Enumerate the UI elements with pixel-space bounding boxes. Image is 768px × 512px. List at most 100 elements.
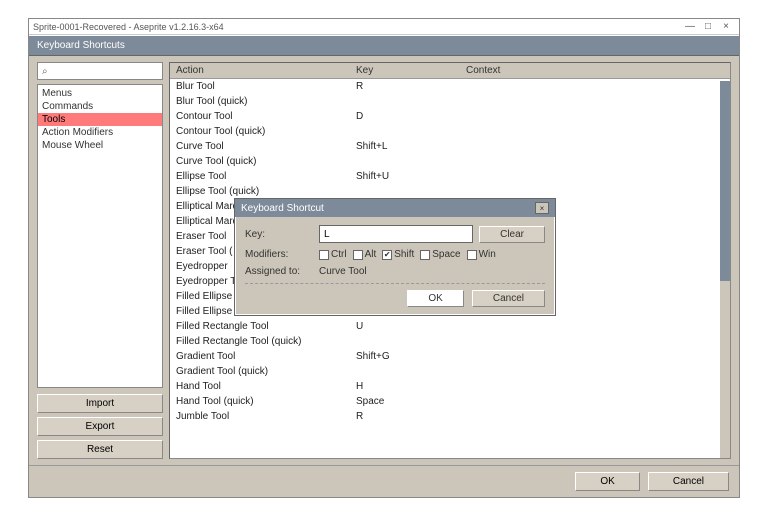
export-button[interactable]: Export — [37, 417, 163, 436]
close-button[interactable]: × — [717, 21, 735, 32]
key-cell: U — [356, 321, 466, 332]
table-row[interactable]: Jumble ToolR — [176, 409, 724, 424]
action-cell: Contour Tool (quick) — [176, 126, 356, 137]
context-cell — [466, 366, 724, 377]
modal-close-button[interactable]: × — [535, 202, 549, 214]
cancel-button[interactable]: Cancel — [648, 472, 729, 491]
key-cell: Space — [356, 396, 466, 407]
table-row[interactable]: Ellipse ToolShift+U — [176, 169, 724, 184]
action-cell: Blur Tool (quick) — [176, 96, 356, 107]
table-row[interactable]: Gradient Tool (quick) — [176, 364, 724, 379]
action-cell: Jumble Tool — [176, 411, 356, 422]
key-cell: Shift+U — [356, 171, 466, 182]
action-cell: Curve Tool — [176, 141, 356, 152]
key-cell: Shift+G — [356, 351, 466, 362]
action-cell: Hand Tool (quick) — [176, 396, 356, 407]
table-row[interactable]: Blur Tool (quick) — [176, 94, 724, 109]
context-cell — [466, 396, 724, 407]
action-cell: Blur Tool — [176, 81, 356, 92]
shift-checkbox[interactable]: ✔Shift — [382, 249, 414, 260]
assigned-label: Assigned to: — [245, 266, 313, 277]
table-row[interactable]: Contour ToolD — [176, 109, 724, 124]
ctrl-checkbox[interactable]: Ctrl — [319, 249, 347, 260]
table-row[interactable]: Hand ToolH — [176, 379, 724, 394]
table-row[interactable]: Curve Tool (quick) — [176, 154, 724, 169]
action-cell: Ellipse Tool — [176, 171, 356, 182]
modifiers-label: Modifiers: — [245, 249, 313, 260]
context-cell — [466, 336, 724, 347]
table-row[interactable]: Filled Rectangle ToolU — [176, 319, 724, 334]
context-cell — [466, 96, 724, 107]
key-cell: R — [356, 81, 466, 92]
category-tools[interactable]: Tools — [38, 113, 162, 126]
key-cell — [356, 96, 466, 107]
category-commands[interactable]: Commands — [38, 100, 162, 113]
action-cell: Contour Tool — [176, 111, 356, 122]
table-row[interactable]: Blur ToolR — [176, 79, 724, 94]
key-cell — [356, 366, 466, 377]
action-cell: Gradient Tool (quick) — [176, 366, 356, 377]
key-cell — [356, 156, 466, 167]
context-cell — [466, 126, 724, 137]
action-cell: Ellipse Tool (quick) — [176, 186, 356, 197]
category-menus[interactable]: Menus — [38, 87, 162, 100]
action-cell: Curve Tool (quick) — [176, 156, 356, 167]
key-cell: R — [356, 411, 466, 422]
context-cell — [466, 156, 724, 167]
shortcut-modal: Keyboard Shortcut × Key: Clear Modifiers… — [234, 198, 556, 316]
search-icon: ⌕ — [42, 66, 48, 77]
context-cell — [466, 186, 724, 197]
key-cell: H — [356, 381, 466, 392]
modal-title: Keyboard Shortcut — [241, 203, 324, 214]
space-checkbox[interactable]: Space — [420, 249, 460, 260]
category-mouse-wheel[interactable]: Mouse Wheel — [38, 139, 162, 152]
col-action: Action — [176, 65, 356, 76]
win-checkbox[interactable]: Win — [467, 249, 496, 260]
col-key: Key — [356, 65, 466, 76]
action-cell: Filled Rectangle Tool — [176, 321, 356, 332]
context-cell — [466, 351, 724, 362]
table-row[interactable]: Hand Tool (quick)Space — [176, 394, 724, 409]
table-row[interactable]: Curve ToolShift+L — [176, 139, 724, 154]
alt-checkbox[interactable]: Alt — [353, 249, 377, 260]
table-row[interactable]: Ellipse Tool (quick) — [176, 184, 724, 199]
ok-button[interactable]: OK — [575, 472, 639, 491]
table-row[interactable]: Contour Tool (quick) — [176, 124, 724, 139]
reset-button[interactable]: Reset — [37, 440, 163, 459]
context-cell — [466, 81, 724, 92]
table-row[interactable]: Filled Rectangle Tool (quick) — [176, 334, 724, 349]
assigned-value: Curve Tool — [319, 266, 367, 277]
clear-button[interactable]: Clear — [479, 226, 545, 243]
key-label: Key: — [245, 229, 313, 240]
context-cell — [466, 381, 724, 392]
action-cell: Gradient Tool — [176, 351, 356, 362]
key-cell — [356, 186, 466, 197]
key-cell — [356, 126, 466, 137]
key-cell: Shift+L — [356, 141, 466, 152]
import-button[interactable]: Import — [37, 394, 163, 413]
scrollbar[interactable] — [720, 81, 730, 458]
scrollbar-thumb[interactable] — [720, 81, 730, 281]
key-input[interactable] — [319, 225, 473, 243]
context-cell — [466, 141, 724, 152]
minimize-button[interactable]: — — [681, 21, 699, 32]
key-cell — [356, 336, 466, 347]
col-context: Context — [466, 65, 724, 76]
search-input[interactable]: ⌕ — [37, 62, 163, 80]
modal-ok-button[interactable]: OK — [407, 290, 463, 307]
dialog-title: Keyboard Shortcuts — [29, 35, 739, 56]
context-cell — [466, 411, 724, 422]
category-list: Menus Commands Tools Action Modifiers Mo… — [37, 84, 163, 388]
context-cell — [466, 321, 724, 332]
maximize-button[interactable]: □ — [699, 21, 717, 32]
titlebar: Sprite-0001-Recovered - Aseprite v1.2.16… — [29, 19, 739, 35]
modal-cancel-button[interactable]: Cancel — [472, 290, 545, 307]
action-cell: Hand Tool — [176, 381, 356, 392]
table-row[interactable]: Gradient ToolShift+G — [176, 349, 724, 364]
context-cell — [466, 171, 724, 182]
window-title: Sprite-0001-Recovered - Aseprite v1.2.16… — [33, 22, 224, 32]
category-action-modifiers[interactable]: Action Modifiers — [38, 126, 162, 139]
key-cell: D — [356, 111, 466, 122]
context-cell — [466, 111, 724, 122]
action-cell: Filled Rectangle Tool (quick) — [176, 336, 356, 347]
